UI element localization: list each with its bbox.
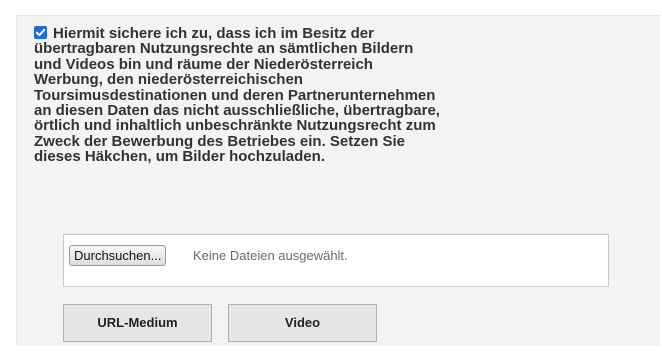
file-status-text: Keine Dateien ausgewählt. <box>193 248 348 263</box>
checkmark-icon <box>34 26 47 39</box>
consent-line-9: dieses Häkchen, um Bilder hochzuladen. <box>34 148 325 166</box>
url-medium-button[interactable]: URL-Medium <box>63 304 212 342</box>
file-upload-field: Durchsuchen... Keine Dateien ausgewählt. <box>63 234 609 287</box>
video-button[interactable]: Video <box>228 304 377 342</box>
upload-panel: Hiermit sichere ich zu, dass ich im Besi… <box>16 15 660 346</box>
browse-button[interactable]: Durchsuchen... <box>69 245 167 266</box>
consent-text: Hiermit sichere ich zu, dass ich im Besi… <box>34 26 554 165</box>
consent-checkbox[interactable] <box>34 26 47 39</box>
